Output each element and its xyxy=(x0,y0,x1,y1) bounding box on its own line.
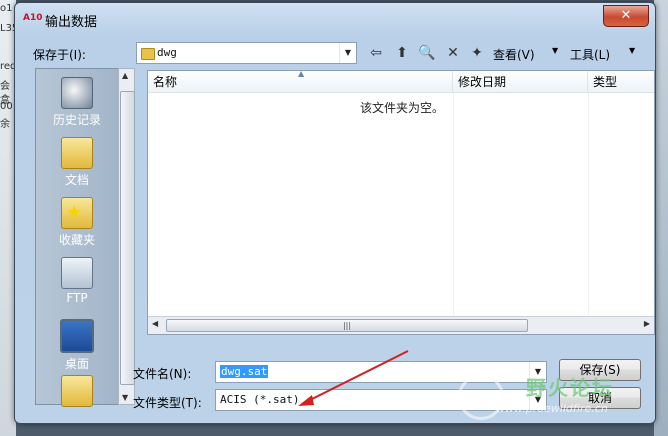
scroll-down-icon[interactable]: ▼ xyxy=(122,393,128,402)
column-header-label: 名称 xyxy=(153,75,178,89)
search-web-icon[interactable]: 🔍 xyxy=(418,44,436,62)
ftp-icon xyxy=(61,257,93,289)
background-text: 00 xyxy=(0,101,13,112)
view-dropdown-icon[interactable]: ▼ xyxy=(552,46,558,55)
place-label: FTP xyxy=(66,291,88,305)
tools-dropdown-icon[interactable]: ▼ xyxy=(629,46,635,55)
close-button[interactable]: ✕ xyxy=(603,5,649,27)
scroll-up-icon[interactable]: ▲ xyxy=(122,71,128,80)
save-in-value: dwg xyxy=(157,46,177,59)
documents-folder-icon xyxy=(61,137,93,169)
column-header-type[interactable]: 类型 xyxy=(588,71,654,93)
view-menu[interactable]: 查看(V) xyxy=(493,46,535,63)
scroll-right-icon[interactable]: ▶ xyxy=(644,319,650,328)
back-icon[interactable]: ⇦ xyxy=(367,44,385,62)
save-in-combo[interactable]: dwg ▼ xyxy=(136,42,357,64)
filename-value[interactable]: dwg.sat xyxy=(220,365,269,378)
new-folder-icon[interactable]: ✦ xyxy=(468,44,486,62)
background-text: o1 xyxy=(0,3,13,14)
place-label: 文档 xyxy=(64,173,89,187)
place-history[interactable]: 历史记录 xyxy=(36,77,118,128)
history-icon xyxy=(61,77,93,109)
file-list[interactable]: 名称 ▲ 修改日期 类型 该文件夹为空。 ◀ ||| ▶ xyxy=(147,69,655,335)
place-desktop[interactable]: 桌面 xyxy=(36,319,118,372)
column-divider xyxy=(588,93,589,318)
save-in-label: 保存于(I): xyxy=(33,48,86,62)
chevron-down-icon[interactable]: ▼ xyxy=(529,362,546,382)
chevron-down-icon[interactable]: ▼ xyxy=(529,390,546,410)
place-folder[interactable] xyxy=(36,375,118,409)
place-label: 历史记录 xyxy=(52,113,101,127)
scroll-thumb[interactable] xyxy=(120,91,135,385)
save-button[interactable]: 保存(S) xyxy=(559,359,641,381)
annotation-arrow xyxy=(298,350,409,406)
scroll-thumb[interactable]: ||| xyxy=(166,319,528,332)
column-header-label: 类型 xyxy=(593,75,618,89)
up-folder-icon[interactable]: ⬆ xyxy=(393,44,411,62)
delete-icon[interactable]: ✕ xyxy=(444,44,462,62)
place-ftp[interactable]: FTP xyxy=(36,257,118,305)
folder-icon xyxy=(141,48,155,60)
background-text: 余 xyxy=(0,119,10,130)
filename-label: 文件名(N): xyxy=(133,367,192,381)
place-documents[interactable]: 文档 xyxy=(36,137,118,188)
column-header-label: 修改日期 xyxy=(458,75,507,89)
sort-ascending-icon: ▲ xyxy=(298,69,305,78)
place-favorites[interactable]: 收藏夹 xyxy=(36,197,118,248)
place-label: 收藏夹 xyxy=(58,233,95,247)
title-bar[interactable]: A10 输出数据 ✕ xyxy=(15,3,655,33)
desktop-icon xyxy=(60,319,94,353)
places-bar: 历史记录 文档 收藏夹 FTP 桌面 xyxy=(35,68,131,407)
dialog-title: 输出数据 xyxy=(45,15,98,30)
place-label: 桌面 xyxy=(64,357,89,371)
chevron-down-icon[interactable]: ▼ xyxy=(339,43,356,63)
app-icon: A10 xyxy=(23,13,43,23)
tools-menu[interactable]: 工具(L) xyxy=(570,46,610,63)
folder-icon xyxy=(61,375,93,407)
cancel-button[interactable]: 取消 xyxy=(559,387,641,409)
scroll-left-icon[interactable]: ◀ xyxy=(152,319,158,328)
file-list-hscrollbar[interactable]: ◀ ||| ▶ xyxy=(148,316,654,334)
places-scrollbar[interactable]: ▲ ▼ xyxy=(118,68,135,405)
empty-folder-message: 该文件夹为空。 xyxy=(360,101,445,115)
filetype-value: ACIS (*.sat) xyxy=(220,393,300,406)
column-divider xyxy=(453,93,454,318)
filetype-label: 文件类型(T): xyxy=(133,396,202,410)
background-window-fragment xyxy=(654,0,668,436)
column-header-modified[interactable]: 修改日期 xyxy=(453,71,588,93)
favorites-folder-icon xyxy=(61,197,93,229)
